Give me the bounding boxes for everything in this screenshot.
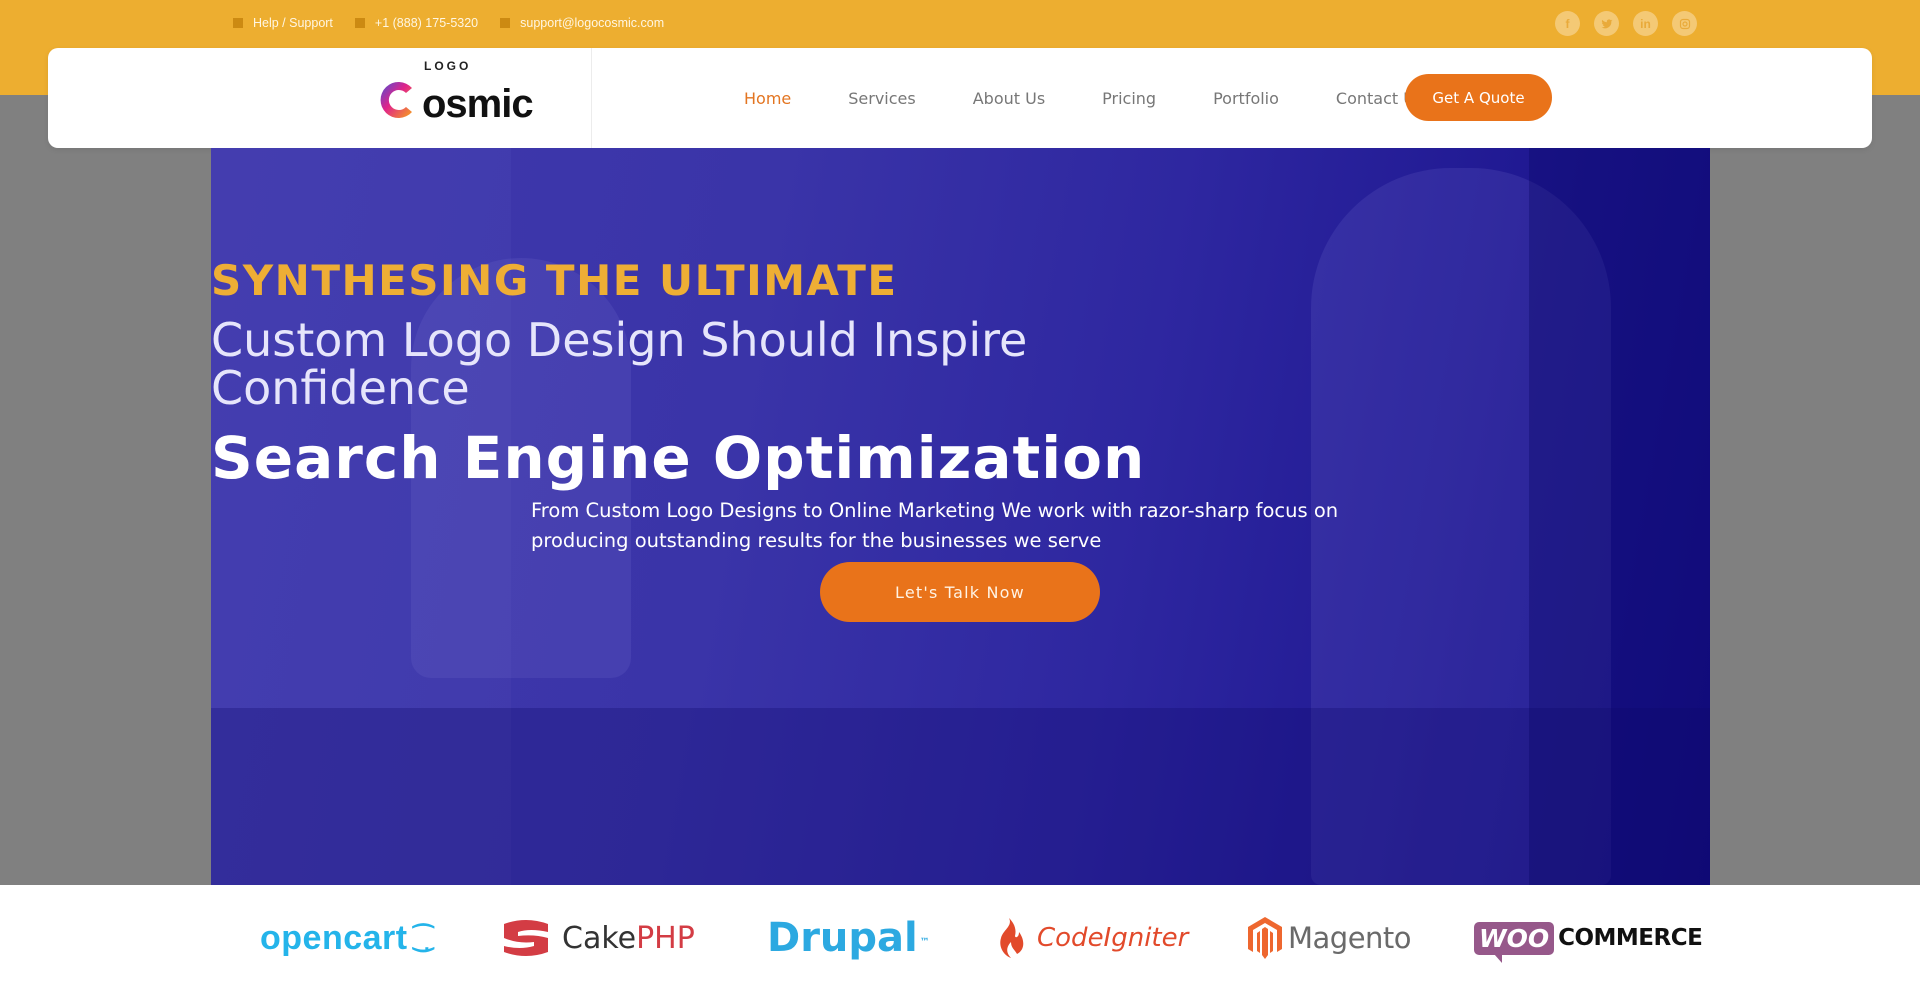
hero-description: From Custom Logo Designs to Online Marke…	[531, 499, 1339, 552]
hero-subtitle-line-1: Custom Logo Design Should Inspire	[211, 313, 1028, 367]
opencart-logo: opencart ⁐̣	[260, 913, 433, 963]
square-bullet-icon	[233, 18, 243, 28]
facebook-icon[interactable]: f	[1555, 11, 1580, 36]
hero-eyebrow: SYNTHESING THE ULTIMATE	[211, 256, 898, 305]
lets-talk-now-button[interactable]: Let's Talk Now	[820, 562, 1100, 622]
contact-info: Help / Support +1 (888) 175-5320 support…	[233, 15, 686, 31]
hero-photo-floor	[211, 708, 1710, 885]
email-link[interactable]: support@logocosmic.com	[500, 16, 664, 30]
social-links: f in	[1555, 11, 1697, 36]
cake-icon	[504, 920, 548, 956]
nav-home[interactable]: Home	[744, 89, 791, 108]
twitter-bird-glyph	[1601, 18, 1612, 28]
cakephp-logo: Cake PHP	[500, 913, 695, 963]
logo-big-text: osmic	[422, 82, 534, 126]
cart-icon: ⁐̣	[413, 924, 434, 952]
codeigniter-text: CodeIgniter	[1037, 923, 1189, 953]
partner-logos: opencart ⁐̣ Cake PHP Drupal ™ CodeIgniter …	[0, 885, 1920, 993]
cake-text: Cake	[562, 920, 637, 956]
magento-logo: Magento	[1248, 913, 1412, 963]
header-divider	[591, 48, 592, 148]
trademark-symbol: ™	[919, 936, 930, 948]
hero-subtitle-line-2: Confidence	[211, 361, 470, 415]
woocommerce-logo: WOO COMMERCE	[1474, 913, 1703, 963]
logo-small-text: LOGO	[424, 59, 472, 73]
email-label: support@logocosmic.com	[520, 16, 665, 30]
logo-c-mark-icon	[376, 78, 420, 122]
drupal-logo: Drupal ™	[767, 913, 930, 963]
phone-label: +1 (888) 175-5320	[374, 16, 479, 30]
square-bullet-icon	[500, 18, 511, 28]
opencart-text: opencart	[260, 918, 408, 957]
woo-badge: WOO	[1474, 921, 1555, 963]
magento-hexagon-icon	[1248, 917, 1282, 959]
square-bullet-icon	[354, 18, 365, 28]
main-nav: Home Services About Us Pricing Portfolio…	[744, 48, 1480, 148]
magento-text: Magento	[1288, 921, 1412, 955]
hero-banner: SYNTHESING THE ULTIMATE Custom Logo Desi…	[211, 148, 1710, 885]
linkedin-icon[interactable]: in	[1633, 11, 1658, 36]
get-a-quote-button[interactable]: Get A Quote	[1405, 74, 1552, 121]
twitter-icon[interactable]	[1594, 11, 1619, 36]
codeigniter-logo: CodeIgniter	[995, 913, 1188, 963]
logo[interactable]: LOGO osmic	[376, 59, 546, 128]
phone-link[interactable]: +1 (888) 175-5320	[354, 16, 479, 30]
instagram-icon[interactable]	[1672, 11, 1697, 36]
nav-services[interactable]: Services	[848, 89, 915, 108]
nav-pricing[interactable]: Pricing	[1102, 89, 1156, 108]
instagram-glyph	[1679, 18, 1690, 29]
commerce-text: COMMERCE	[1558, 925, 1703, 951]
nav-about-us[interactable]: About Us	[973, 89, 1045, 108]
help-support-label: Help / Support	[253, 16, 333, 30]
nav-portfolio[interactable]: Portfolio	[1213, 89, 1279, 108]
logo-text: LOGO osmic	[422, 59, 534, 126]
php-text: PHP	[636, 920, 695, 956]
hero-subtitle: Custom Logo Design Should Inspire Confid…	[211, 316, 1710, 412]
site-header: LOGO osmic Home Services About Us Pricin…	[48, 48, 1872, 148]
drupal-text: Drupal	[767, 915, 918, 961]
help-support-link[interactable]: Help / Support	[233, 16, 333, 30]
hero-title: Search Engine Optimization	[211, 424, 1146, 492]
flame-icon	[1000, 918, 1024, 958]
